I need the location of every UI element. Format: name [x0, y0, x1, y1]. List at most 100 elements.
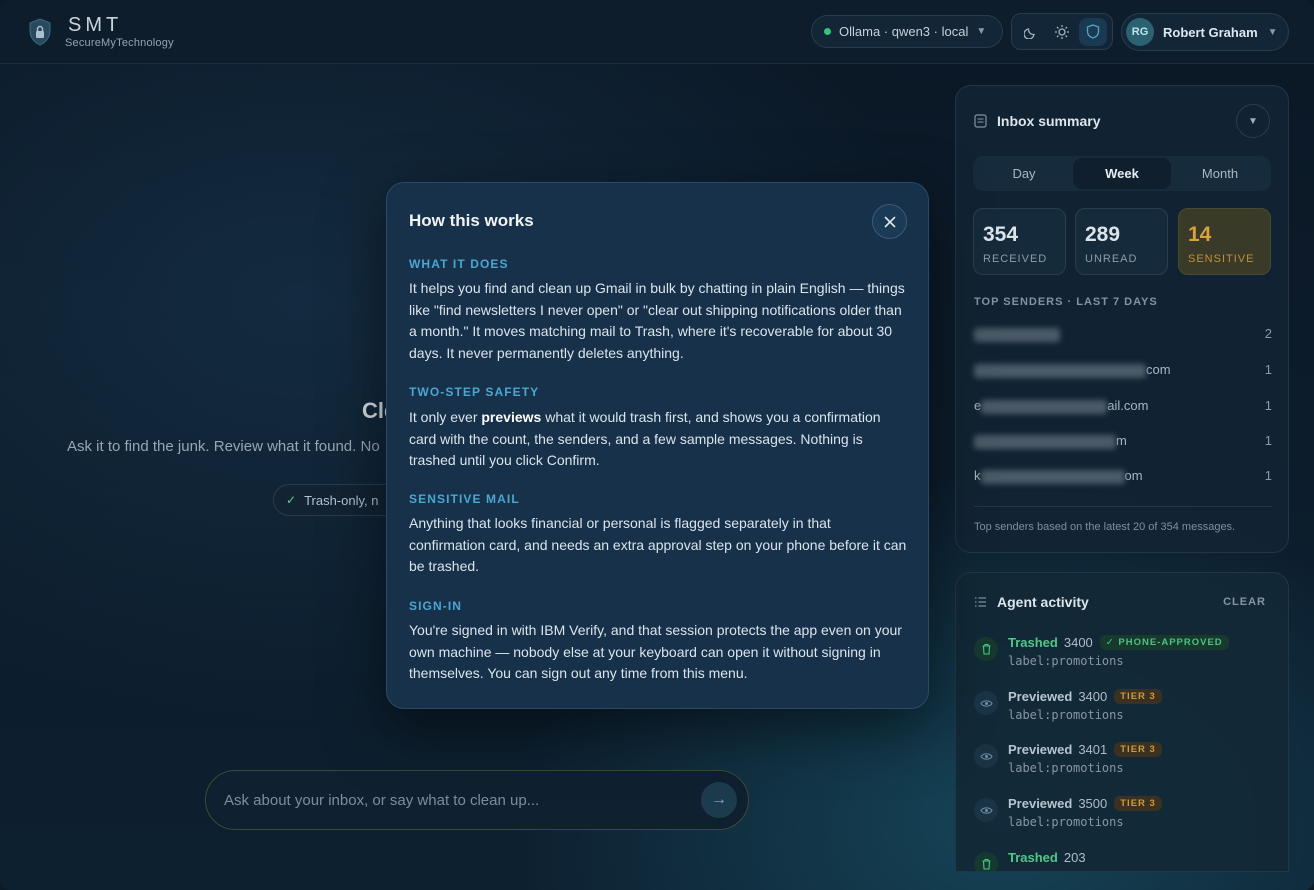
- activity-count: 3401: [1078, 742, 1108, 757]
- activity-count: 203: [1063, 850, 1086, 865]
- stat-label: RECEIVED: [983, 253, 1048, 265]
- brand-subtitle: SecureMyTechnology: [65, 37, 174, 49]
- sender-count: 1: [1264, 468, 1272, 483]
- tab-month[interactable]: Month: [1171, 158, 1269, 189]
- activity-count: 3500: [1078, 796, 1108, 811]
- activity-line: Trashed 203: [1008, 850, 1086, 865]
- activity-item[interactable]: Trashed 203: [974, 850, 1274, 871]
- agent-activity-header: Agent activity: [974, 594, 1089, 610]
- app-window: SMT SecureMyTechnology Ollama · qwen3 · …: [0, 0, 1314, 890]
- section-body: It only ever previews what it would tras…: [409, 409, 881, 469]
- sender-count: 2: [1264, 326, 1272, 341]
- section-body: Anything that looks financial or persona…: [409, 515, 907, 575]
- sender-row[interactable]: com 1: [974, 362, 1272, 382]
- activity-query: label:promotions: [1008, 654, 1124, 668]
- sender-row[interactable]: e ail.com 1: [974, 398, 1272, 418]
- theme-light-button[interactable]: [1048, 18, 1076, 46]
- activity-line: Previewed 3400 TIER 3: [1008, 689, 1162, 704]
- chat-input[interactable]: [224, 791, 701, 809]
- modal-title: How this works: [409, 211, 534, 230]
- document-icon: [974, 114, 987, 128]
- chevron-down-icon: ▼: [976, 26, 987, 37]
- period-tabs: Day Week Month: [973, 156, 1271, 191]
- activity-verb: Trashed: [1008, 635, 1058, 650]
- section-heading: TWO-STEP SAFETY: [409, 385, 540, 399]
- inbox-summary-card: Inbox summary ▼ Day Week Month 354 RECEI…: [955, 85, 1289, 553]
- eye-icon: [974, 744, 998, 768]
- sender-address: m: [974, 433, 1127, 449]
- activity-line: Previewed 3401 TIER 3: [1008, 742, 1162, 757]
- phone-approved-badge: ✓ PHONE-APPROVED: [1099, 635, 1229, 650]
- list-icon: [975, 597, 986, 607]
- top-senders-heading: TOP SENDERS · LAST 7 DAYS: [974, 296, 1158, 308]
- brand-name: SMT: [68, 14, 123, 36]
- activity-query: label:promotions: [1008, 761, 1124, 775]
- sender-count: 1: [1264, 398, 1272, 413]
- tier-badge: TIER 3: [1114, 796, 1162, 811]
- user-menu[interactable]: RG Robert Graham ▼: [1121, 13, 1289, 51]
- activity-verb: Trashed: [1008, 850, 1058, 865]
- sender-count: 1: [1264, 362, 1272, 377]
- tier-badge: TIER 3: [1114, 689, 1162, 704]
- trash-chip-label: Trash-only, n: [304, 492, 379, 508]
- collapse-button[interactable]: ▼: [1236, 104, 1270, 138]
- theme-secure-button[interactable]: [1078, 17, 1107, 46]
- tab-day[interactable]: Day: [975, 158, 1073, 189]
- section-body: You're signed in with IBM Verify, and th…: [409, 622, 902, 682]
- top-bar: SMT SecureMyTechnology Ollama · qwen3 · …: [0, 0, 1314, 64]
- activity-item[interactable]: Trashed 3400 ✓ PHONE-APPROVED label:prom…: [974, 635, 1274, 675]
- avatar: RG: [1126, 18, 1154, 46]
- agent-activity-card: Agent activity CLEAR Trashed 3400 ✓ PHON…: [955, 572, 1289, 872]
- sender-address: k om: [974, 468, 1143, 484]
- send-button[interactable]: →: [701, 782, 737, 818]
- section-body: It helps you find and clean up Gmail in …: [409, 280, 905, 362]
- activity-item[interactable]: Previewed 3500 TIER 3 label:promotions: [974, 796, 1274, 836]
- stat-unread[interactable]: 289 UNREAD: [1075, 208, 1168, 275]
- activity-item[interactable]: Previewed 3400 TIER 3 label:promotions: [974, 689, 1274, 729]
- section-heading: SENSITIVE MAIL: [409, 492, 520, 506]
- eye-icon: [974, 798, 998, 822]
- arrow-right-icon: →: [711, 791, 727, 808]
- model-label: Ollama · qwen3 · local: [839, 24, 969, 39]
- stat-value: 354: [983, 223, 1019, 246]
- sender-address: e ail.com: [974, 398, 1149, 414]
- section-heading: WHAT IT DOES: [409, 257, 509, 271]
- inbox-summary-header: Inbox summary: [974, 113, 1100, 129]
- redacted-text: [981, 399, 1108, 414]
- theme-dark-button[interactable]: [1017, 18, 1045, 46]
- how-it-works-modal: How this works WHAT IT DOES It helps you…: [386, 182, 929, 709]
- activity-line: Trashed 3400 ✓ PHONE-APPROVED: [1008, 635, 1229, 650]
- activity-verb: Previewed: [1008, 796, 1073, 811]
- sender-count: 1: [1264, 433, 1272, 448]
- sender-row[interactable]: 2: [974, 326, 1272, 346]
- stat-label: SENSITIVE: [1188, 253, 1255, 265]
- redacted-text: [974, 434, 1116, 449]
- check-icon: ✓: [286, 493, 297, 507]
- clear-button[interactable]: CLEAR: [1223, 596, 1266, 608]
- tab-week[interactable]: Week: [1073, 158, 1171, 189]
- shield-lock-icon[interactable]: [28, 18, 52, 46]
- redacted-text: [974, 327, 1060, 342]
- model-selector[interactable]: Ollama · qwen3 · local ▼: [811, 15, 1003, 48]
- summary-footer: Top senders based on the latest 20 of 35…: [974, 521, 1236, 533]
- close-icon: [884, 216, 895, 227]
- redacted-text: [980, 469, 1125, 484]
- tier-badge: TIER 3: [1114, 742, 1162, 757]
- chat-input-bar: →: [205, 770, 749, 830]
- status-dot: [824, 28, 831, 35]
- activity-query: label:promotions: [1008, 815, 1124, 829]
- sun-icon: [1054, 24, 1069, 39]
- stat-value: 14: [1188, 223, 1212, 246]
- activity-verb: Previewed: [1008, 689, 1073, 704]
- close-button[interactable]: [872, 204, 907, 239]
- chevron-down-icon: ▼: [1248, 115, 1258, 127]
- stat-received[interactable]: 354 RECEIVED: [973, 208, 1066, 275]
- sender-address: com: [974, 362, 1171, 378]
- stat-label: UNREAD: [1085, 253, 1138, 265]
- agent-activity-title: Agent activity: [997, 594, 1089, 610]
- activity-item[interactable]: Previewed 3401 TIER 3 label:promotions: [974, 742, 1274, 782]
- stat-sensitive[interactable]: 14 SENSITIVE: [1178, 208, 1271, 275]
- divider: [974, 506, 1272, 507]
- sender-row[interactable]: k om 1: [974, 468, 1272, 488]
- sender-row[interactable]: m 1: [974, 433, 1272, 453]
